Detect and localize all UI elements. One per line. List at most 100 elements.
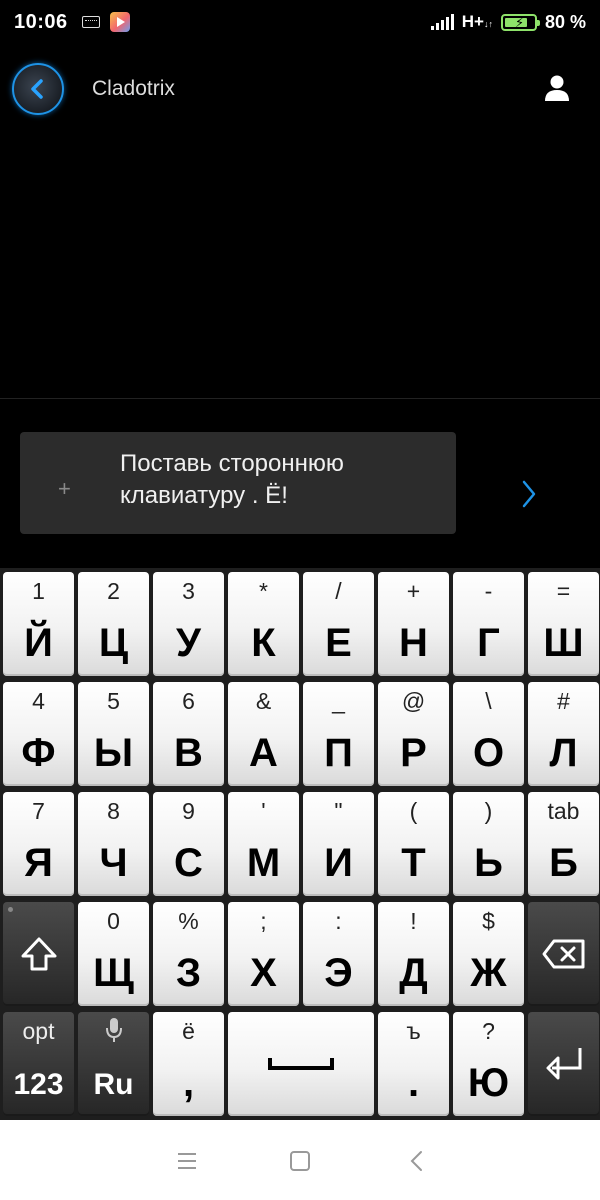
key-secondary-label: ( (409, 798, 418, 824)
chat-title[interactable]: Cladotrix (92, 77, 175, 101)
key-123[interactable]: opt 123 (3, 1012, 74, 1116)
key-secondary-label: 5 (107, 688, 120, 714)
key-primary-label: Ю (467, 1061, 510, 1105)
divider (0, 398, 600, 399)
key-primary-label: А (249, 731, 278, 775)
enter-icon (528, 1012, 599, 1116)
network-type: H+↓↑ (461, 12, 493, 31)
home-square-icon (290, 1151, 310, 1171)
menu-icon (178, 1153, 196, 1169)
key-primary-label: Х (250, 951, 277, 995)
key-Ф[interactable]: 4Ф (3, 682, 74, 786)
key-Я[interactable]: 7Я (3, 792, 74, 896)
key-primary-label: З (175, 951, 202, 995)
send-button[interactable] (512, 474, 546, 514)
caps-indicator (8, 907, 13, 912)
key-primary-label: . (407, 1061, 420, 1105)
message-text-line-2: клавиатуру . Ё! (120, 482, 288, 509)
key-secondary-label: 2 (107, 578, 120, 604)
key-Й[interactable]: 1Й (3, 572, 74, 676)
charging-bolt-icon: ⚡ (514, 14, 525, 30)
key-Н[interactable]: + Н (378, 572, 449, 676)
key-secondary-label: ъ (406, 1018, 421, 1044)
key-Б[interactable]: tab Б (528, 792, 599, 896)
status-right: H+↓↑ ⚡ 80 % (430, 12, 586, 33)
message-input[interactable]: + Поставь стороннюю клавиатуру . Ё! (20, 432, 456, 534)
key-secondary-label: = (556, 578, 571, 604)
key-secondary-label: 0 (107, 908, 120, 934)
key-primary-label: Ы (93, 731, 134, 775)
status-bar: 10:06 H+↓↑ ⚡ 80 % (0, 0, 600, 44)
key-Щ[interactable]: 0Щ (78, 902, 149, 1006)
plus-icon[interactable]: + (58, 478, 71, 500)
key-М[interactable]: ' М (228, 792, 299, 896)
key-Х[interactable]: ; Х (228, 902, 299, 1006)
key-Ч[interactable]: 8Ч (78, 792, 149, 896)
key-primary-label: Д (399, 951, 428, 995)
key-,[interactable]: ё, (153, 1012, 224, 1116)
key-В[interactable]: 6В (153, 682, 224, 786)
key-secondary-label: $ (482, 908, 495, 934)
key-К[interactable]: * К (228, 572, 299, 676)
backspace-icon (528, 902, 599, 1006)
key-Ю[interactable]: ? Ю (453, 1012, 524, 1116)
user-icon[interactable] (544, 74, 570, 102)
key-Ж[interactable]: $ Ж (453, 902, 524, 1006)
key-shift[interactable] (3, 902, 74, 1006)
space-icon (228, 1012, 374, 1116)
key-primary-label: В (174, 731, 203, 775)
key-О[interactable]: \ О (453, 682, 524, 786)
nav-back-button[interactable] (400, 1144, 434, 1178)
message-text[interactable]: Поставь стороннюю клавиатуру . Ё! (120, 448, 450, 512)
key-Ы[interactable]: 5Ы (78, 682, 149, 786)
key-.[interactable]: ъ. (378, 1012, 449, 1116)
key-secondary-label: 6 (182, 688, 195, 714)
key-primary-label: П (324, 731, 353, 775)
app-header: Cladotrix (0, 58, 600, 120)
key-Г[interactable]: -Г (453, 572, 524, 676)
key-Ш[interactable]: = Ш (528, 572, 599, 676)
key-З[interactable]: % З (153, 902, 224, 1006)
key-Л[interactable]: # Л (528, 682, 599, 786)
key-primary-label: Б (549, 841, 578, 885)
key-Э[interactable]: :Э (303, 902, 374, 1006)
key-А[interactable]: & А (228, 682, 299, 786)
key-Ц[interactable]: 2Ц (78, 572, 149, 676)
key-mic[interactable]: Ru (78, 1012, 149, 1116)
key-У[interactable]: 3У (153, 572, 224, 676)
key-secondary-label: 3 (182, 578, 195, 604)
key-primary-label: Ц (98, 621, 129, 665)
shift-icon (3, 902, 74, 1006)
key-Ь[interactable]: ) Ь (453, 792, 524, 896)
key-Е[interactable]: / Е (303, 572, 374, 676)
menu-button[interactable] (170, 1144, 204, 1178)
key-Р[interactable]: @ Р (378, 682, 449, 786)
key-secondary-label: 9 (182, 798, 195, 824)
key-secondary-label: ; (260, 908, 267, 934)
key-primary-label: Г (477, 621, 500, 665)
key-primary-label: Н (399, 621, 428, 665)
key-secondary-label: * (259, 578, 268, 604)
key-primary-label: У (176, 621, 201, 665)
key-primary-label: 123 (13, 1068, 64, 1101)
home-button[interactable] (283, 1144, 317, 1178)
key-Д[interactable]: ! Д (378, 902, 449, 1006)
key-space[interactable] (228, 1012, 374, 1116)
key-secondary-label: " (334, 798, 343, 824)
status-time: 10:06 (14, 10, 68, 33)
key-И[interactable]: " И (303, 792, 374, 896)
key-Т[interactable]: (Т (378, 792, 449, 896)
key-П[interactable]: _ П (303, 682, 374, 786)
key-secondary-label: + (406, 578, 421, 604)
message-text-line-1: Поставь стороннюю (120, 450, 344, 477)
key-primary-label: О (472, 731, 505, 775)
key-enter[interactable] (528, 1012, 599, 1116)
signal-icon (430, 14, 454, 30)
key-secondary-label: ё (182, 1018, 195, 1044)
key-primary-label: Я (24, 841, 53, 885)
key-backspace[interactable] (528, 902, 599, 1006)
key-С[interactable]: 9С (153, 792, 224, 896)
key-secondary-label: / (335, 578, 342, 604)
key-primary-label: Ф (21, 731, 56, 775)
back-button[interactable] (12, 63, 64, 115)
